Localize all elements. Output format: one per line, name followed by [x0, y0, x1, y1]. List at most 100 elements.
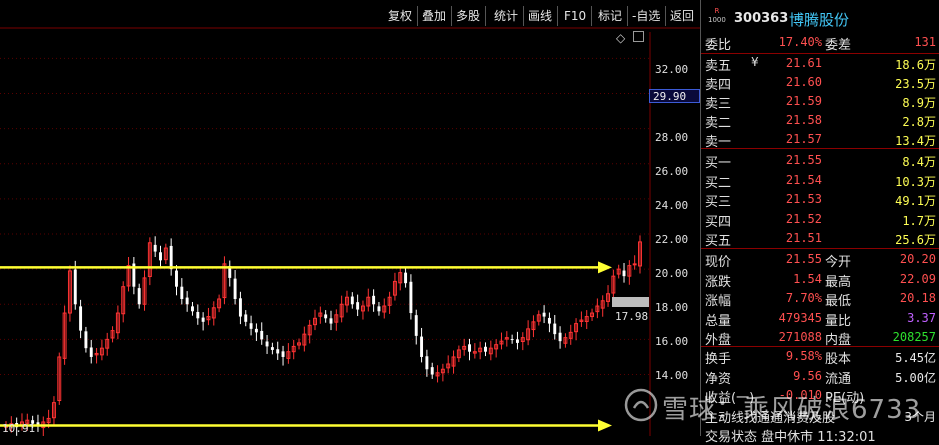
stat-row: 总量 479345 量比 3.37 [701, 308, 939, 329]
snowball-logo-icon [624, 388, 658, 422]
candle-body [196, 311, 200, 319]
candle-body [159, 252, 162, 261]
yuan-mark-icon: ¥ [751, 55, 759, 69]
weibi-value: 17.40% [778, 35, 822, 49]
candle-body [137, 288, 141, 305]
low-price-label: 17.98 [615, 310, 649, 323]
candle-body [185, 297, 189, 305]
y-tick: 14.00 [655, 369, 689, 382]
candle-body [238, 298, 242, 317]
badge-bottom: 1000 [708, 16, 726, 24]
candle-body [153, 244, 157, 252]
candle-body [404, 272, 408, 284]
y-tick: 26.00 [655, 165, 689, 178]
y-tick: 22.00 [655, 233, 689, 246]
candle-body [89, 347, 93, 357]
watermark-text: 雪球：乘风破浪6733 [662, 395, 922, 425]
ask-volume: 18.6万 [895, 58, 936, 72]
stat-label: 股本 [825, 352, 852, 367]
stock-header: R 1000 300363 博腾股份 [701, 6, 939, 29]
stat-value: 9.56 [793, 368, 822, 383]
candle-body [84, 331, 88, 349]
ask-price: 21.60 [785, 75, 822, 89]
stat-value: 479345 [778, 310, 822, 325]
bid-volume: 49.1万 [895, 194, 936, 208]
candle-body [542, 312, 546, 317]
candle-body [276, 349, 280, 354]
quote-panel: R 1000 300363 博腾股份 委比 17.40% 委差 131 卖五 ¥2… [700, 0, 939, 445]
weibi-row: 委比 17.40% 委差 131 [701, 32, 939, 53]
ask-row: 卖五 ¥21.61 18.6万 [701, 53, 939, 74]
ask-row: 卖二 21.58 2.8万 [701, 110, 939, 131]
weibi-label: 委比 [705, 38, 732, 53]
candle-body [233, 278, 237, 299]
stat-label: 量比 [825, 313, 852, 329]
bid-price: 21.51 [785, 231, 822, 245]
bid-price: 21.53 [785, 192, 822, 206]
candle-body [350, 296, 354, 305]
candle-body [79, 306, 83, 331]
candle-body [270, 347, 274, 350]
y-tick: 32.00 [655, 63, 689, 76]
bid-volume: 10.3万 [895, 174, 936, 189]
candle-body [430, 367, 434, 375]
bid-row: 买二 21.54 10.3万 [701, 170, 939, 191]
candle-body [254, 328, 258, 333]
stat-value: 3.37 [907, 310, 936, 325]
badge-top: R [714, 7, 720, 15]
ask-price: 21.57 [785, 132, 822, 146]
arrow-head-icon [598, 261, 612, 274]
stat-value: 1.54 [793, 271, 822, 286]
ask-volume: 2.8万 [902, 115, 936, 129]
candle-body [420, 336, 424, 357]
stat-value: 271088 [778, 330, 822, 344]
y-tick: 16.00 [655, 335, 689, 348]
stat-row: 现价 21.55 今开 20.20 [701, 249, 939, 270]
stat-row: 涨幅 7.70% 最低 20.18 [701, 288, 939, 309]
candle-body [409, 281, 413, 314]
stat-value: 20.18 [899, 291, 936, 305]
stat-row: 净资 9.56 流通 5.00亿 [701, 366, 939, 387]
stat-label: 净资 [705, 371, 732, 387]
candle-body [558, 332, 562, 342]
bid-row: 买一 21.55 8.4万 [701, 150, 939, 171]
candle-body [484, 346, 487, 352]
ask-volume: 23.5万 [895, 77, 936, 91]
stat-row: 涨跌 1.54 最高 22.09 [701, 269, 939, 290]
stat-label: 现价 [705, 255, 732, 270]
status-row: 交易状态 盘中休市 11:32:01 [701, 424, 939, 445]
candle-body [73, 269, 77, 305]
candle-body [547, 317, 551, 324]
ask-row: 卖四 21.60 23.5万 [701, 72, 939, 93]
candle-body [180, 286, 184, 299]
stat-value: 7.70% [785, 291, 822, 305]
candle-body [249, 323, 253, 329]
y-tick: 24.00 [655, 199, 689, 212]
kline-chart[interactable]: 复权 叠加 多股 统计 画线 F10 标记 -自选 返回 ◇ 32.00 28.… [0, 0, 700, 436]
candle-body [414, 315, 418, 336]
candle-body [372, 295, 376, 305]
stat-value: 5.00亿 [895, 370, 936, 385]
candle-body [329, 318, 333, 324]
candle-body [622, 270, 626, 277]
stat-label: 涨幅 [705, 294, 732, 309]
current-price-tag: 29.90 [649, 89, 700, 103]
bid-volume: 25.6万 [895, 233, 936, 247]
y-tick: 28.00 [655, 131, 689, 144]
divider [701, 148, 939, 149]
bid-label: 买一 [705, 156, 732, 171]
candle-body [324, 314, 328, 319]
stat-value: 22.09 [899, 271, 936, 286]
bid-row: 买五 21.51 25.6万 [701, 228, 939, 249]
stat-label: 流通 [825, 371, 852, 387]
ask-price: 21.61 [785, 56, 822, 70]
ask-volume: 13.4万 [895, 134, 936, 148]
ask-volume: 8.9万 [902, 96, 936, 110]
candle-body [515, 339, 519, 343]
candle-body [468, 344, 471, 352]
bid-volume: 8.4万 [902, 155, 936, 169]
stat-value: 208257 [892, 330, 936, 344]
candle-body [265, 341, 269, 347]
candle-body [169, 245, 173, 270]
min-price-label: 10.91 [2, 422, 36, 435]
